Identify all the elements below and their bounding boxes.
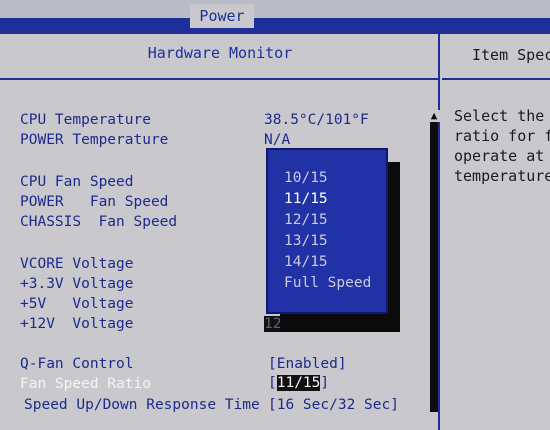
v5-voltage-label: +5V Voltage bbox=[20, 296, 134, 312]
cpu-temperature-value: 38.5°C/101°F bbox=[264, 112, 369, 128]
help-title: Item Spec bbox=[472, 46, 550, 64]
menu-strip bbox=[0, 18, 550, 32]
scroll-up-arrow-icon[interactable]: ▲ bbox=[428, 110, 440, 122]
popup-option[interactable]: 12/15 bbox=[284, 212, 328, 228]
power-temperature-value: N/A bbox=[264, 132, 291, 148]
fan-speed-ratio-label[interactable]: Fan Speed Ratio bbox=[20, 376, 151, 392]
fan-speed-ratio-value[interactable]: [11/15] bbox=[268, 375, 329, 391]
popup-option[interactable]: Full Speed bbox=[284, 275, 371, 291]
help-panel: Item Spec Select the ratio for f operate… bbox=[442, 34, 550, 430]
speed-response-time-label: Speed Up/Down Response Time bbox=[24, 397, 260, 413]
scrollbar[interactable] bbox=[430, 112, 438, 412]
help-text: Select the ratio for f operate at temper… bbox=[454, 107, 550, 185]
popup-option-selected[interactable]: 11/15 bbox=[284, 191, 328, 207]
chassis-fan-speed-label: CHASSIS Fan Speed bbox=[20, 214, 178, 230]
v33-voltage-label: +3.3V Voltage bbox=[20, 276, 134, 292]
popup-option[interactable]: 13/15 bbox=[284, 233, 328, 249]
cpu-temperature-label: CPU Temperature bbox=[20, 112, 151, 128]
vcore-voltage-label: VCORE Voltage bbox=[20, 256, 134, 272]
panel-divider bbox=[0, 78, 440, 80]
popup-option[interactable]: 14/15 bbox=[284, 254, 328, 270]
q-fan-control-value[interactable]: [Enabled] bbox=[268, 356, 347, 372]
speed-response-time-value[interactable]: [16 Sec/32 Sec] bbox=[268, 397, 399, 413]
fan-speed-ratio-popup[interactable]: 10/15 11/15 12/15 13/15 14/15 Full Speed bbox=[266, 148, 388, 314]
cpu-fan-speed-label: CPU Fan Speed bbox=[20, 174, 134, 190]
panel-title: Hardware Monitor bbox=[147, 44, 293, 62]
v12-voltage-label: +12V Voltage bbox=[20, 316, 134, 332]
q-fan-control-label: Q-Fan Control bbox=[20, 356, 134, 372]
tab-power[interactable]: Power bbox=[190, 4, 254, 28]
power-fan-speed-label: POWER Fan Speed bbox=[20, 194, 169, 210]
popup-option[interactable]: 10/15 bbox=[284, 170, 328, 186]
power-temperature-label: POWER Temperature bbox=[20, 132, 169, 148]
help-divider bbox=[442, 78, 550, 80]
